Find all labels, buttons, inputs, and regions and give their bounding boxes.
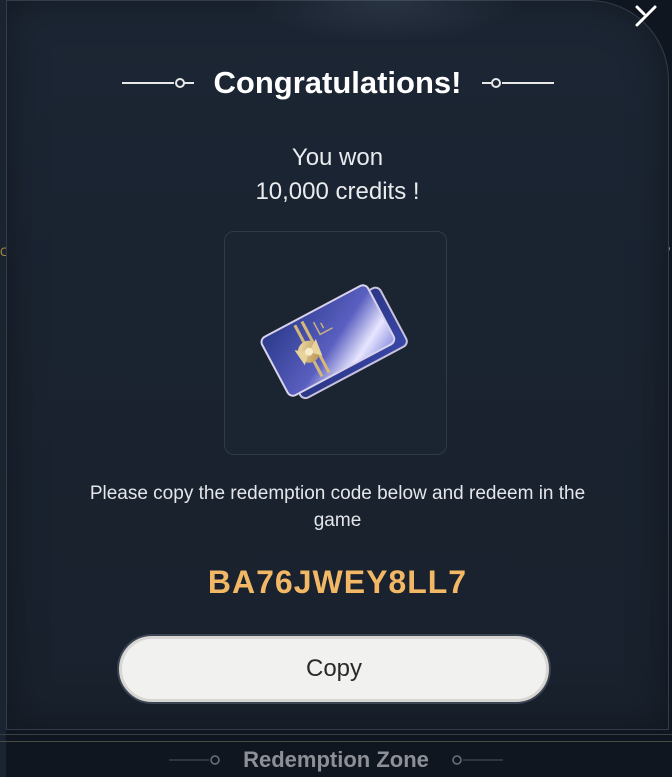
modal-title: Congratulations! xyxy=(213,65,462,100)
copy-button[interactable]: Copy xyxy=(119,636,549,702)
page-footer: Redemption Zone xyxy=(0,742,672,777)
won-line-1: You won xyxy=(291,144,384,171)
right-ornament-icon xyxy=(481,78,554,88)
footer-title: Redemption Zone xyxy=(243,746,429,772)
prize-image-frame xyxy=(224,231,447,455)
modal-header: Congratulations! xyxy=(7,65,668,101)
footer-right-ornament-icon xyxy=(452,754,503,765)
won-amount: 10,000 credits ! xyxy=(255,178,420,205)
credits-ticket-icon xyxy=(260,284,408,400)
top-glow xyxy=(247,0,527,41)
footer-divider-top xyxy=(0,734,672,735)
won-message: You won 10,000 credits ! xyxy=(7,141,668,209)
close-icon xyxy=(635,5,657,27)
close-button[interactable] xyxy=(624,1,668,31)
instructions-text: Please copy the redemption code below an… xyxy=(89,483,586,531)
page: C w Congratulations! You won xyxy=(0,0,672,777)
redemption-code: BA76JWEY8LL7 xyxy=(207,564,468,600)
reward-modal: Congratulations! You won 10,000 credits … xyxy=(6,0,669,730)
footer-left-ornament-icon xyxy=(169,754,220,765)
left-ornament-icon xyxy=(121,78,194,88)
